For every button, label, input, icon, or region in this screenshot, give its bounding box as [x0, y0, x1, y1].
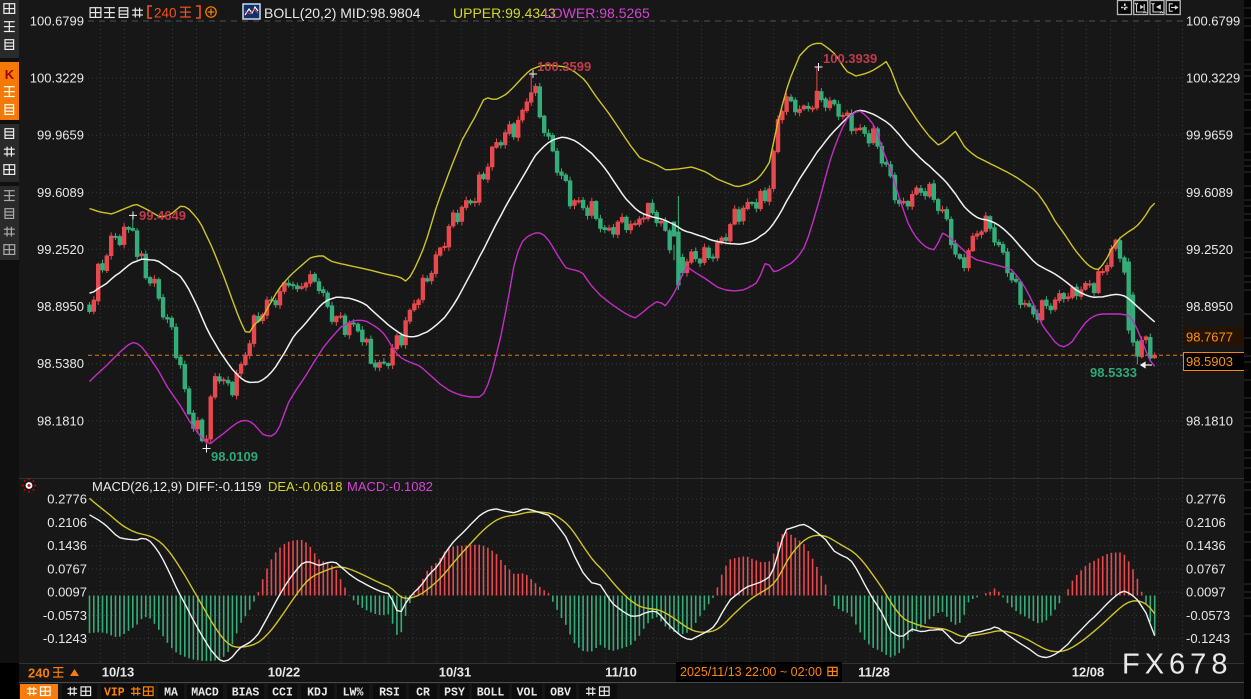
svg-text:0.2776: 0.2776 — [47, 492, 87, 507]
svg-text:MA: MA — [164, 687, 178, 699]
svg-text:VOL: VOL — [517, 687, 538, 699]
svg-text:-0.0573: -0.0573 — [1186, 608, 1230, 623]
svg-text:0.2106: 0.2106 — [1186, 515, 1226, 530]
svg-text:100.3939: 100.3939 — [823, 51, 877, 66]
svg-text:100.3229: 100.3229 — [1186, 71, 1240, 86]
svg-text:KDJ: KDJ — [307, 687, 328, 699]
svg-text:0.0097: 0.0097 — [47, 585, 87, 600]
svg-text:100.3229: 100.3229 — [30, 71, 84, 86]
svg-text:0.1436: 0.1436 — [1186, 538, 1226, 553]
svg-text:BOLL(20,2) MID:98.9804: BOLL(20,2) MID:98.9804 — [264, 5, 421, 21]
svg-text:10/31: 10/31 — [439, 665, 472, 680]
svg-text:100.6799: 100.6799 — [30, 14, 84, 29]
svg-text:98.5333: 98.5333 — [1090, 365, 1137, 380]
svg-text:0.0767: 0.0767 — [47, 561, 87, 576]
svg-text:98.5903: 98.5903 — [1186, 354, 1233, 369]
svg-text:100.6799: 100.6799 — [1186, 14, 1240, 29]
svg-text:10/22: 10/22 — [268, 665, 301, 680]
svg-text:99.6089: 99.6089 — [1186, 185, 1233, 200]
svg-text:0.0097: 0.0097 — [1186, 585, 1226, 600]
svg-text:MACD(26,12,9) DIFF:-0.1159: MACD(26,12,9) DIFF:-0.1159 — [92, 479, 262, 494]
svg-text:PSY: PSY — [444, 687, 465, 699]
svg-text:99.9659: 99.9659 — [1186, 128, 1233, 143]
svg-text:99.4649: 99.4649 — [139, 208, 186, 223]
svg-text:CCI: CCI — [272, 687, 293, 699]
svg-text:11/10: 11/10 — [605, 665, 637, 680]
svg-text:240: 240 — [154, 6, 177, 21]
svg-text:LOWER:98.5265: LOWER:98.5265 — [544, 5, 650, 21]
svg-text:DEA:-0.0618: DEA:-0.0618 — [268, 479, 342, 494]
svg-text:99.2520: 99.2520 — [1186, 242, 1233, 257]
svg-text:99.2520: 99.2520 — [37, 242, 84, 257]
svg-text:98.1810: 98.1810 — [1186, 413, 1233, 428]
svg-text:98.5380: 98.5380 — [37, 356, 84, 371]
svg-text:CR: CR — [416, 687, 430, 699]
svg-text:0.0767: 0.0767 — [1186, 561, 1226, 576]
svg-text:-0.1243: -0.1243 — [1186, 631, 1230, 646]
svg-text:98.0109: 98.0109 — [211, 449, 258, 464]
svg-text:RSI: RSI — [379, 687, 400, 699]
svg-text:MACD: MACD — [191, 687, 219, 699]
svg-text:OBV: OBV — [550, 687, 571, 699]
svg-text:BOLL: BOLL — [477, 687, 505, 699]
svg-text:98.7677: 98.7677 — [1186, 330, 1233, 345]
svg-text:0.2106: 0.2106 — [47, 515, 87, 530]
svg-text:10/13: 10/13 — [102, 665, 135, 680]
svg-text:FX678: FX678 — [1122, 649, 1232, 681]
svg-text:-0.0573: -0.0573 — [43, 608, 87, 623]
svg-text:LW%: LW% — [343, 687, 364, 699]
svg-text:12/08: 12/08 — [1072, 665, 1105, 680]
svg-text:-0.1243: -0.1243 — [43, 631, 87, 646]
svg-text:VIP: VIP — [104, 687, 125, 699]
svg-text:99.6089: 99.6089 — [37, 185, 84, 200]
svg-text:MACD:-0.1082: MACD:-0.1082 — [347, 479, 433, 494]
svg-text:11/28: 11/28 — [858, 665, 890, 680]
svg-text:98.8950: 98.8950 — [37, 299, 84, 314]
svg-text:0.2776: 0.2776 — [1186, 492, 1226, 507]
svg-text:2025/11/13 22:00 ~ 02:00: 2025/11/13 22:00 ~ 02:00 — [680, 665, 822, 679]
svg-text:98.1810: 98.1810 — [37, 413, 84, 428]
svg-text:BIAS: BIAS — [232, 687, 260, 699]
svg-text:98.8950: 98.8950 — [1186, 299, 1233, 314]
svg-text:240: 240 — [28, 666, 50, 681]
svg-text:K: K — [5, 67, 15, 82]
svg-text:99.9659: 99.9659 — [37, 128, 84, 143]
svg-text:0.1436: 0.1436 — [47, 538, 87, 553]
svg-text:UPPER:99.4343: UPPER:99.4343 — [453, 5, 556, 21]
svg-text:100.3599: 100.3599 — [537, 59, 591, 74]
